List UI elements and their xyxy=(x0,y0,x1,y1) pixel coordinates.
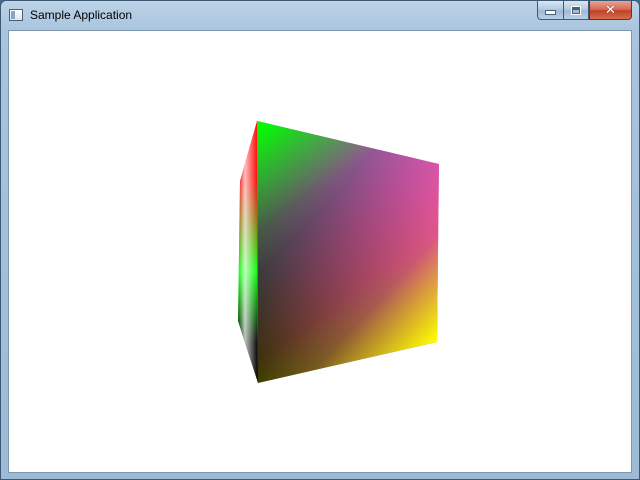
render-viewport[interactable] xyxy=(8,30,632,473)
application-icon[interactable] xyxy=(9,9,23,21)
maximize-icon xyxy=(571,5,581,15)
maximize-button[interactable] xyxy=(563,1,589,20)
title-bar[interactable]: Sample Application ✕ xyxy=(1,1,639,30)
window-title: Sample Application xyxy=(30,8,133,22)
caption-buttons: ✕ xyxy=(537,1,632,20)
close-icon: ✕ xyxy=(605,2,616,18)
minimize-button[interactable] xyxy=(537,1,563,20)
cube-front-face xyxy=(257,121,439,383)
close-button[interactable]: ✕ xyxy=(589,1,632,20)
cube-canvas xyxy=(238,121,439,383)
cube-side-highlight xyxy=(238,121,258,383)
color-cube xyxy=(238,121,439,383)
minimize-icon xyxy=(545,10,556,15)
application-window: Sample Application ✕ xyxy=(0,0,640,480)
